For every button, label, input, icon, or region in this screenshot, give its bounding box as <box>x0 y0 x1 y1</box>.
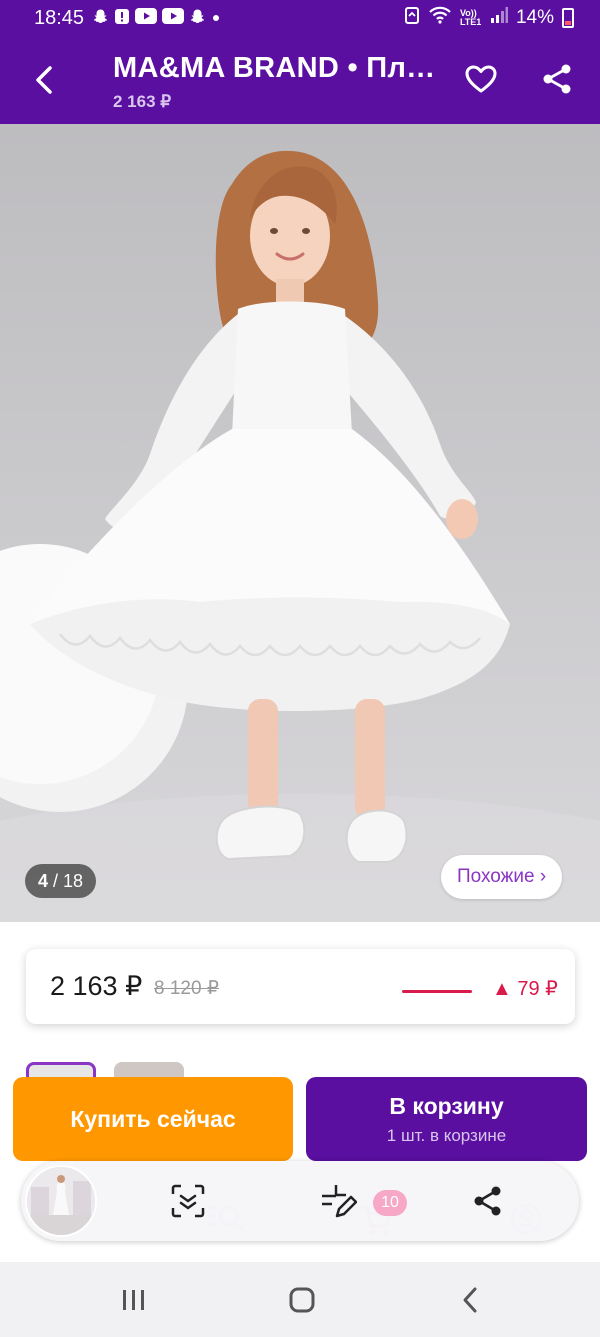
product-photo[interactable] <box>0 124 600 922</box>
signal-icon <box>490 7 508 29</box>
snapchat-icon <box>92 8 109 29</box>
in-cart-count: 1 шт. в корзине <box>386 1125 507 1145</box>
dot-icon <box>211 10 221 27</box>
app-header: MA&MA BRAND • Пл… 2 163 ₽ <box>0 36 600 124</box>
recent-apps-button[interactable] <box>114 1284 154 1316</box>
similar-button[interactable]: Похожие › <box>441 855 563 899</box>
share-button[interactable] <box>536 58 578 100</box>
price-card[interactable]: 2 163 ₽ 8 120 ₽ ▲ 79 ₽ <box>26 949 575 1024</box>
status-bar: 18:45 Vo)) LTE1 14% <box>0 0 600 36</box>
image-counter-current: 4 <box>38 870 49 891</box>
system-navigation-bar <box>0 1262 600 1337</box>
image-counter: 4 / 18 <box>25 864 97 898</box>
old-price: 8 120 ₽ <box>154 978 219 999</box>
heart-icon <box>465 65 497 93</box>
back-icon <box>463 1287 477 1313</box>
scan-icon <box>171 1184 205 1218</box>
compare-button[interactable] <box>318 1181 358 1221</box>
back-button[interactable] <box>22 58 66 102</box>
notification-icons <box>92 8 221 29</box>
dress-photo-illustration <box>0 150 600 922</box>
youtube-icon <box>162 8 185 28</box>
arrow-left-icon <box>36 66 52 94</box>
scan-button[interactable] <box>168 1181 208 1221</box>
price-change: ▲ 79 ₽ <box>492 978 558 1000</box>
product-thumbnail[interactable] <box>25 1165 97 1237</box>
price-history-sparkline <box>402 990 472 993</box>
image-counter-total: / 18 <box>53 870 84 891</box>
buy-now-button[interactable]: Купить сейчас <box>13 1077 293 1161</box>
battery-icon <box>562 8 574 28</box>
battery-percent: 14% <box>515 7 554 28</box>
recent-apps-icon <box>123 1290 144 1310</box>
system-back-button[interactable] <box>450 1284 490 1316</box>
share-toolbar-button[interactable] <box>468 1181 508 1221</box>
cart-badge: 10 <box>373 1190 407 1216</box>
home-icon <box>289 1287 315 1313</box>
network-label: Vo)) LTE1 <box>459 8 482 27</box>
home-button[interactable] <box>282 1284 322 1316</box>
page-title: MA&MA BRAND • Пл… <box>113 52 436 84</box>
room-thumbnail-illustration <box>27 1167 95 1235</box>
add-to-cart-button[interactable]: В корзину 1 шт. в корзине <box>306 1077 587 1161</box>
edit-compare-icon <box>322 1185 357 1218</box>
header-price: 2 163 ₽ <box>113 92 172 111</box>
add-to-cart-label: В корзину <box>389 1092 504 1119</box>
share-icon <box>543 64 571 94</box>
favorite-button[interactable] <box>460 58 502 100</box>
current-price: 2 163 ₽ <box>50 971 143 1001</box>
wifi-icon <box>428 6 452 30</box>
recycle-icon <box>404 6 420 30</box>
share-icon <box>474 1186 501 1216</box>
alert-icon <box>114 8 130 29</box>
floating-toolbar <box>21 1161 579 1241</box>
status-time: 18:45 <box>34 6 85 29</box>
snapchat-icon <box>189 8 206 29</box>
youtube-icon <box>135 8 158 28</box>
